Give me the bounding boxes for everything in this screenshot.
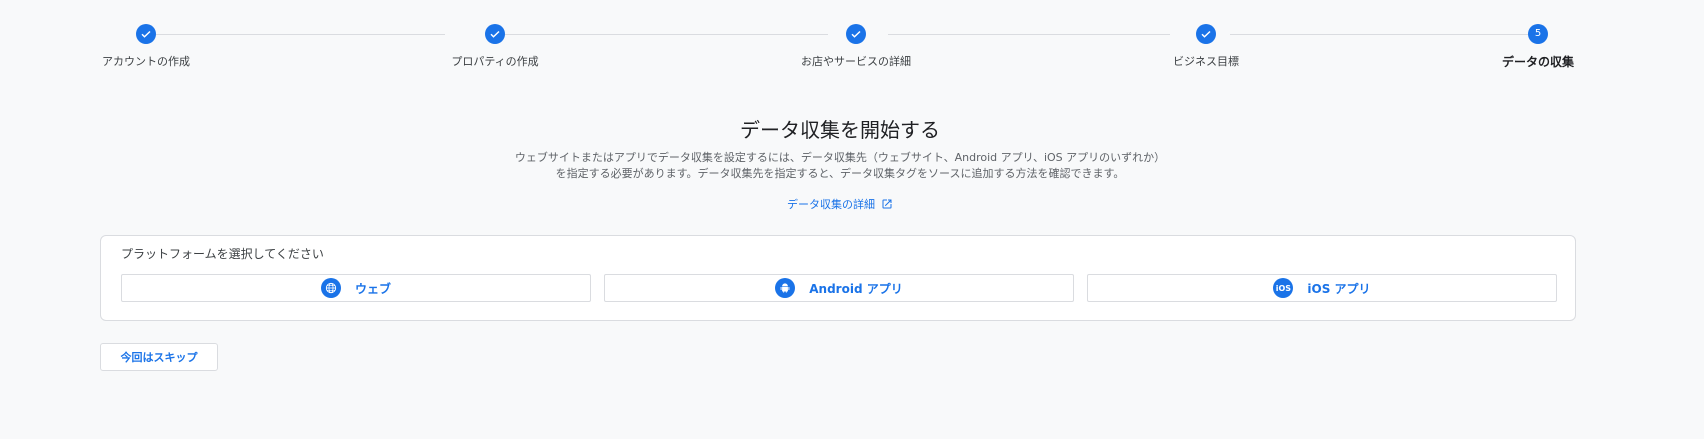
step-done-circle	[846, 24, 866, 44]
open-in-new-icon	[882, 199, 892, 209]
step-label: プロパティの作成	[451, 55, 539, 68]
ios-icon: iOS	[1273, 278, 1294, 298]
android-platform-label: Android アプリ	[809, 281, 903, 296]
platform-card: プラットフォームを選択してください ウェブ Android アプリ iOS iO…	[100, 235, 1576, 321]
step-business-details[interactable]: お店やサービスの詳細	[756, 24, 956, 69]
step-number-circle: 5	[1528, 24, 1548, 44]
step-label: アカウントの作成	[102, 55, 190, 68]
step-label: ビジネス目標	[1173, 55, 1239, 68]
check-icon	[851, 30, 861, 38]
page: アカウントの作成 プロパティの作成 お店やサービスの詳細 ビジネス目標 5 デー…	[0, 0, 1704, 439]
skip-button[interactable]: 今回はスキップ	[100, 343, 218, 371]
page-title: データ収集を開始する	[740, 118, 940, 142]
learn-more-label: データ収集の詳細	[787, 198, 875, 211]
step-done-circle	[1196, 24, 1216, 44]
check-icon	[141, 30, 151, 38]
setup-stepper: アカウントの作成 プロパティの作成 お店やサービスの詳細 ビジネス目標 5 デー…	[100, 24, 1578, 80]
android-icon	[775, 278, 796, 298]
step-business-goals[interactable]: ビジネス目標	[1106, 24, 1306, 69]
web-platform-button[interactable]: ウェブ	[121, 274, 591, 302]
check-icon	[490, 30, 500, 38]
step-property[interactable]: プロパティの作成	[395, 24, 595, 69]
step-account[interactable]: アカウントの作成	[46, 24, 246, 69]
check-icon	[1201, 30, 1211, 38]
ios-platform-label: iOS アプリ	[1307, 281, 1371, 296]
globe-icon	[320, 278, 341, 298]
step-label: お店やサービスの詳細	[801, 55, 911, 68]
page-description: ウェブサイトまたはアプリでデータ収集を設定するには、データ収集先（ウェブサイト、…	[514, 151, 1166, 180]
step-done-circle	[485, 24, 505, 44]
ios-platform-button[interactable]: iOS iOS アプリ	[1087, 274, 1557, 302]
web-platform-label: ウェブ	[354, 281, 391, 296]
learn-more-row: データ収集の詳細	[0, 196, 1680, 212]
step-data-collection: 5 データの収集	[1438, 24, 1638, 70]
platform-card-title: プラットフォームを選択してください	[121, 247, 324, 261]
step-done-circle	[136, 24, 156, 44]
android-platform-button[interactable]: Android アプリ	[604, 274, 1074, 302]
step-label: データの収集	[1501, 55, 1574, 69]
learn-more-link[interactable]: データ収集の詳細	[787, 196, 893, 212]
